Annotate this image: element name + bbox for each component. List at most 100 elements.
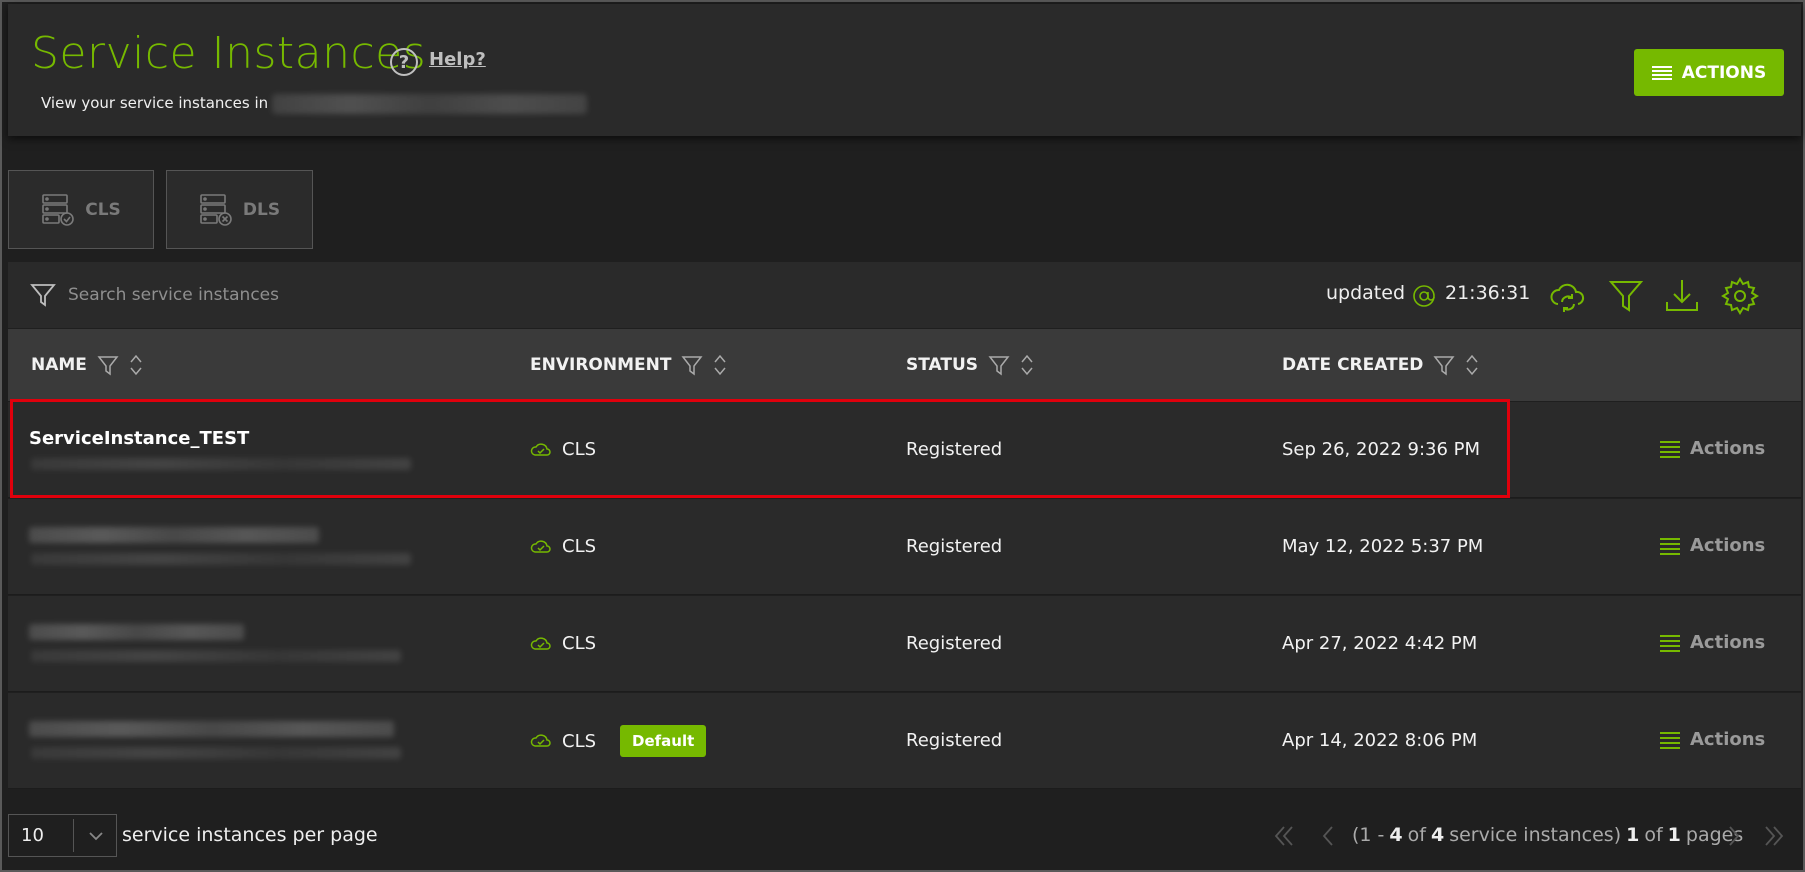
sort-icon[interactable] bbox=[1465, 353, 1479, 377]
redacted-instance-id bbox=[31, 458, 411, 470]
menu-lines-icon bbox=[1660, 731, 1680, 749]
table-row[interactable]: CLS Registered Apr 27, 2022 4:42 PM Acti… bbox=[8, 596, 1801, 692]
column-name-label: NAME bbox=[31, 355, 87, 375]
search-input[interactable] bbox=[68, 280, 568, 310]
environment-label: CLS bbox=[562, 633, 597, 654]
table-row[interactable]: CLS Registered May 12, 2022 5:37 PM Acti… bbox=[8, 499, 1801, 595]
range-end: 4 bbox=[1389, 824, 1403, 846]
column-environment-label: ENVIRONMENT bbox=[530, 355, 672, 375]
sort-icon[interactable] bbox=[1020, 353, 1034, 377]
cloud-check-icon bbox=[530, 636, 551, 650]
per-page-value: 10 bbox=[21, 825, 44, 846]
column-header-date-created[interactable]: DATE CREATED bbox=[1282, 353, 1479, 377]
row-actions-button[interactable]: Actions bbox=[1660, 535, 1765, 556]
environment-cell: CLS bbox=[530, 633, 596, 654]
tab-dls[interactable]: DLS bbox=[166, 170, 313, 249]
table-toolbar: updated 21:36:31 bbox=[8, 262, 1801, 328]
help-icon[interactable]: ? bbox=[390, 48, 418, 76]
pagination-footer: 10 service instances per page (1 - 4 of … bbox=[8, 792, 1801, 872]
page-title: Service Instances bbox=[31, 28, 427, 79]
redacted-instance-name bbox=[29, 527, 319, 543]
sort-icon[interactable] bbox=[129, 353, 143, 377]
table-row[interactable]: ServiceInstance_TEST CLS Registered Sep … bbox=[8, 402, 1801, 498]
app-frame: Service Instances ? Help? View your serv… bbox=[0, 0, 1805, 872]
column-header-environment[interactable]: ENVIRONMENT bbox=[530, 353, 727, 377]
environment-cell: CLS bbox=[530, 439, 596, 460]
table-row[interactable]: CLS Default Registered Apr 14, 2022 8:06… bbox=[8, 693, 1801, 789]
status-cell: Registered bbox=[906, 439, 1003, 460]
menu-lines-icon bbox=[1660, 634, 1680, 652]
total-pages: 1 bbox=[1667, 824, 1681, 846]
instance-name[interactable]: ServiceInstance_TEST bbox=[29, 428, 249, 449]
tab-cls[interactable]: CLS bbox=[8, 170, 154, 249]
page-subtitle: View your service instances in bbox=[41, 94, 269, 112]
redacted-instance-name bbox=[29, 721, 394, 737]
column-filter-icon[interactable] bbox=[988, 354, 1010, 376]
tab-dls-label: DLS bbox=[242, 199, 281, 220]
filter-toggle-icon[interactable] bbox=[1606, 276, 1646, 316]
range-open: (1 - bbox=[1352, 824, 1385, 846]
environment-label: CLS bbox=[562, 730, 597, 752]
redacted-instance-id bbox=[31, 553, 411, 565]
header-actions-label: ACTIONS bbox=[1681, 62, 1767, 83]
select-divider bbox=[73, 819, 74, 852]
row-actions-button[interactable]: Actions bbox=[1660, 729, 1765, 750]
menu-lines-icon bbox=[1660, 440, 1680, 458]
environment-cell: CLS bbox=[530, 536, 596, 557]
row-actions-button[interactable]: Actions bbox=[1660, 632, 1765, 653]
total-count: 4 bbox=[1430, 824, 1445, 846]
cloud-check-icon bbox=[530, 539, 551, 553]
filter-icon bbox=[30, 284, 56, 307]
current-page: 1 bbox=[1626, 824, 1640, 846]
cloud-refresh-icon[interactable] bbox=[1548, 276, 1588, 316]
row-actions-label: Actions bbox=[1690, 632, 1766, 653]
status-cell: Registered bbox=[906, 633, 1003, 654]
previous-page-icon[interactable] bbox=[1314, 822, 1342, 850]
environment-cell: CLS Default bbox=[530, 725, 707, 757]
cloud-check-icon bbox=[530, 734, 551, 747]
column-filter-icon[interactable] bbox=[1433, 354, 1455, 376]
download-icon[interactable] bbox=[1662, 276, 1702, 316]
column-filter-icon[interactable] bbox=[681, 354, 703, 376]
redacted-instance-id bbox=[31, 650, 401, 662]
help-link[interactable]: Help? bbox=[429, 49, 486, 70]
sort-icon[interactable] bbox=[713, 353, 727, 377]
default-badge: Default bbox=[620, 725, 707, 757]
column-header-name[interactable]: NAME bbox=[31, 353, 143, 377]
last-page-icon[interactable] bbox=[1760, 822, 1788, 850]
row-actions-button[interactable]: Actions bbox=[1660, 438, 1765, 459]
page-header: Service Instances ? Help? View your serv… bbox=[8, 4, 1801, 136]
status-cell: Registered bbox=[906, 536, 1003, 557]
column-header-status[interactable]: STATUS bbox=[906, 353, 1034, 377]
menu-lines-icon bbox=[1660, 537, 1680, 555]
header-actions-button[interactable]: ACTIONS bbox=[1634, 49, 1784, 96]
of-word-2: of bbox=[1644, 824, 1663, 846]
row-actions-label: Actions bbox=[1690, 729, 1766, 750]
updated-label: updated bbox=[1326, 282, 1406, 304]
pagination-summary: (1 - 4 of 4 service instances) 1 of 1 pa… bbox=[1352, 824, 1743, 846]
of-word: of bbox=[1407, 824, 1426, 846]
table-header: NAME ENVIRONMENT STATUS DATE CREATED bbox=[8, 329, 1801, 401]
redacted-instance-name bbox=[29, 624, 244, 640]
column-status-label: STATUS bbox=[906, 355, 979, 375]
row-actions-label: Actions bbox=[1690, 535, 1766, 556]
cloud-check-icon bbox=[530, 442, 551, 456]
environment-label: CLS bbox=[562, 439, 597, 460]
date-created-cell: May 12, 2022 5:37 PM bbox=[1282, 536, 1484, 557]
per-page-select[interactable]: 10 bbox=[8, 814, 117, 857]
row-actions-label: Actions bbox=[1690, 438, 1766, 459]
status-cell: Registered bbox=[906, 730, 1003, 751]
items-word: service instances) bbox=[1449, 824, 1622, 846]
next-page-icon[interactable] bbox=[1720, 822, 1748, 850]
date-created-cell: Apr 27, 2022 4:42 PM bbox=[1282, 633, 1478, 654]
first-page-icon[interactable] bbox=[1270, 822, 1298, 850]
chevron-down-icon bbox=[89, 832, 103, 841]
date-created-cell: Apr 14, 2022 8:06 PM bbox=[1282, 730, 1478, 751]
settings-gear-icon[interactable] bbox=[1720, 276, 1760, 316]
server-check-icon bbox=[42, 193, 75, 226]
at-icon bbox=[1413, 285, 1435, 307]
date-created-cell: Sep 26, 2022 9:36 PM bbox=[1282, 439, 1481, 460]
tab-cls-label: CLS bbox=[85, 199, 121, 220]
menu-lines-icon bbox=[1651, 65, 1672, 80]
column-filter-icon[interactable] bbox=[97, 354, 119, 376]
